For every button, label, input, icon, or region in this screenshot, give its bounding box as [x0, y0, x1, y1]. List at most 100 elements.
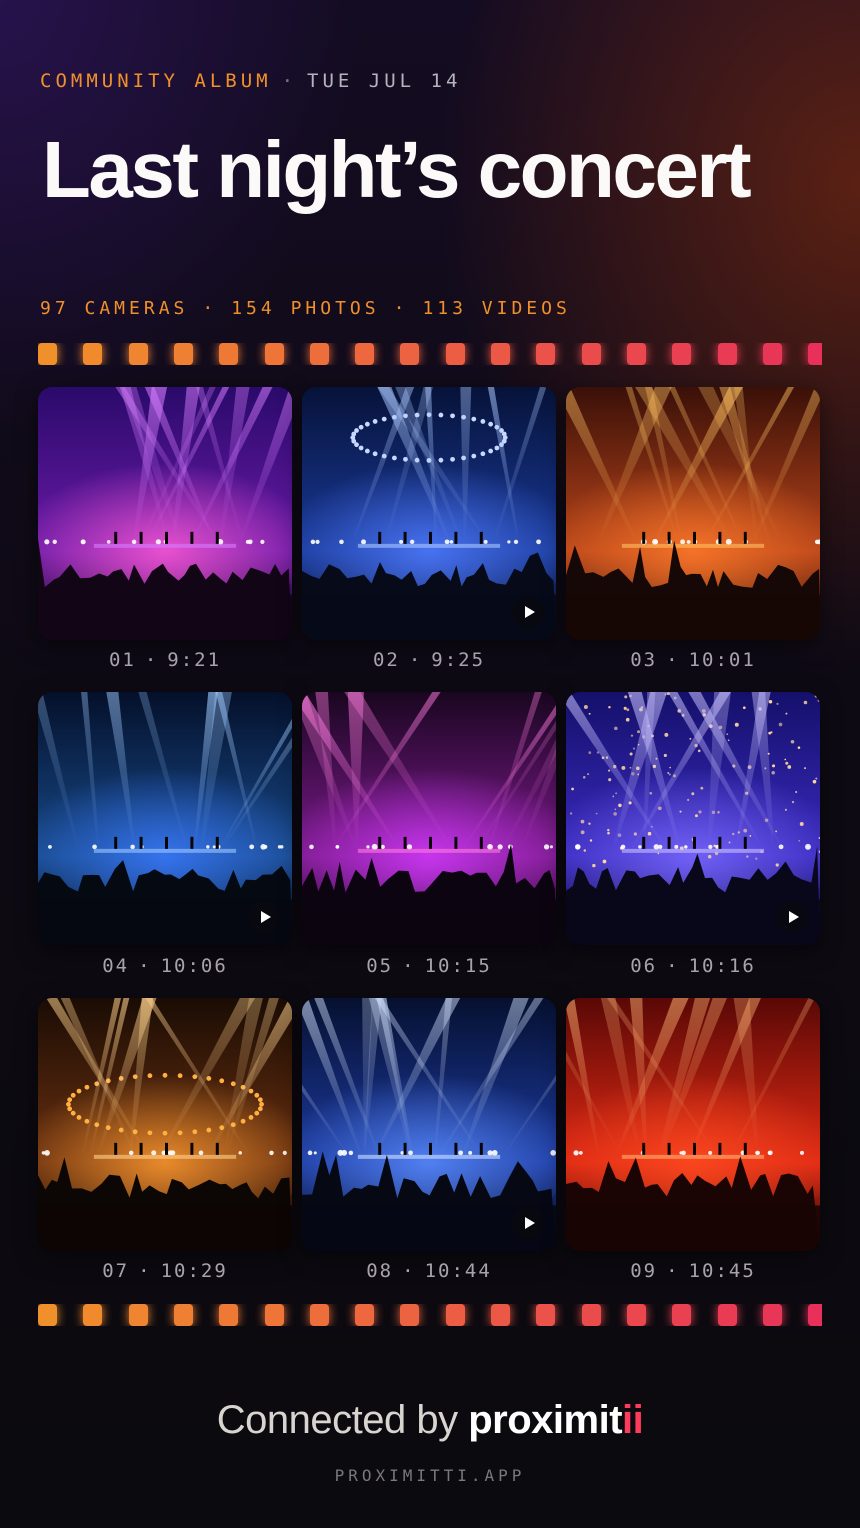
- brand-name: proximit: [468, 1398, 623, 1442]
- media-tile[interactable]: [38, 387, 292, 640]
- perforation-hole: [445, 1304, 465, 1326]
- tile-time: 10:16: [688, 955, 756, 977]
- perforation-hole: [219, 1304, 239, 1326]
- perforation-hole: [581, 343, 601, 365]
- tile-time: 10:01: [688, 649, 756, 671]
- perforation-hole: [491, 343, 510, 365]
- perforation-hole: [672, 343, 692, 365]
- play-icon[interactable]: [776, 901, 808, 933]
- meta-separator: ·: [281, 70, 298, 92]
- perforation-hole: [808, 1304, 822, 1326]
- concert-photo: [566, 998, 820, 1251]
- cameras-count: 97 CAMERAS: [40, 298, 189, 319]
- perforation-hole: [309, 343, 329, 365]
- album-meta: COMMUNITY ALBUM · TUE JUL 14: [40, 70, 461, 92]
- perforation-hole: [808, 343, 822, 365]
- caption-separator: ·: [144, 649, 159, 671]
- tile-number: 02: [372, 649, 400, 671]
- film-perforation-bottom: [38, 1304, 822, 1326]
- album-date: TUE JUL 14: [307, 70, 462, 92]
- media-tile[interactable]: [302, 692, 556, 945]
- media-tile[interactable]: [566, 692, 820, 945]
- tile-time: 10:29: [160, 1260, 228, 1282]
- tile-number: 06: [630, 955, 658, 977]
- tile-caption: 02 · 9:25: [302, 649, 556, 671]
- media-tile[interactable]: [566, 387, 820, 640]
- tile-time: 9:25: [431, 649, 486, 671]
- album-stats: 97 CAMERAS · 154 PHOTOS · 113 VIDEOS: [40, 298, 571, 319]
- perforation-hole: [38, 1304, 57, 1326]
- tile-time: 10:45: [688, 1260, 756, 1282]
- videos-count: 113 VIDEOS: [422, 298, 571, 319]
- perforation-hole: [128, 1304, 148, 1326]
- perforation-hole: [38, 343, 57, 365]
- caption-separator: ·: [138, 1260, 152, 1282]
- tile-caption: 01 · 9:21: [38, 649, 292, 671]
- media-tile[interactable]: [566, 998, 820, 1251]
- tile-caption: 08 · 10:44: [302, 1260, 556, 1282]
- media-tile[interactable]: [302, 387, 556, 640]
- caption-separator: ·: [666, 649, 680, 671]
- perforation-hole: [581, 1304, 601, 1326]
- perforation-hole: [355, 1304, 375, 1326]
- perforation-hole: [762, 1304, 782, 1326]
- perforation-hole: [83, 343, 103, 365]
- tile-number: 03: [630, 649, 658, 671]
- perforation-hole: [173, 1304, 193, 1326]
- play-icon[interactable]: [248, 901, 280, 933]
- perforation-hole: [173, 343, 193, 365]
- tile-time: 10:06: [160, 955, 228, 977]
- brand-accent: ii: [622, 1398, 644, 1442]
- tile-caption: 05 · 10:15: [302, 955, 556, 977]
- brand-logo: proximitii: [468, 1398, 644, 1442]
- perforation-hole: [400, 1304, 420, 1326]
- media-tile[interactable]: [302, 998, 556, 1251]
- tile-number: 09: [630, 1260, 658, 1282]
- tile-time: 10:44: [424, 1260, 492, 1282]
- tile-number: 08: [366, 1260, 394, 1282]
- tile-caption: 09 · 10:45: [566, 1260, 820, 1282]
- tile-number: 04: [102, 955, 130, 977]
- perforation-hole: [264, 343, 284, 365]
- perforation-hole: [626, 1304, 646, 1326]
- perforation-hole: [400, 343, 420, 365]
- media-tile[interactable]: [38, 998, 292, 1251]
- perforation-hole: [717, 1304, 737, 1326]
- tile-caption: 04 · 10:06: [38, 955, 292, 977]
- play-icon[interactable]: [512, 596, 544, 628]
- caption-separator: ·: [402, 1260, 416, 1282]
- caption-separator: ·: [402, 955, 416, 977]
- tile-caption: 07 · 10:29: [38, 1260, 292, 1282]
- concert-photo: [38, 387, 292, 640]
- media-tile[interactable]: [38, 692, 292, 945]
- photos-count: 154 PHOTOS: [231, 298, 380, 319]
- caption-separator: ·: [666, 955, 680, 977]
- tile-number: 05: [366, 955, 394, 977]
- perforation-hole: [445, 343, 465, 365]
- tile-number: 07: [102, 1260, 130, 1282]
- tile-time: 10:15: [424, 955, 492, 977]
- stats-separator: ·: [202, 298, 218, 319]
- caption-separator: ·: [138, 955, 152, 977]
- perforation-hole: [672, 1304, 692, 1326]
- perforation-hole: [536, 1304, 556, 1326]
- page-title: Last night’s concert: [42, 125, 752, 214]
- footer-connected: Connected by proximitii: [0, 1398, 860, 1443]
- perforation-hole: [264, 1304, 284, 1326]
- footer-url[interactable]: PROXIMITTI.APP: [0, 1466, 860, 1485]
- perforation-hole: [626, 343, 646, 365]
- concert-photo: [566, 387, 820, 640]
- perforation-hole: [536, 343, 556, 365]
- perforation-hole: [762, 343, 782, 365]
- perforation-hole: [717, 343, 737, 365]
- album-label: COMMUNITY ALBUM: [40, 70, 272, 92]
- connected-text: Connected by: [216, 1398, 458, 1442]
- stats-separator: ·: [393, 298, 409, 319]
- perforation-hole: [83, 1304, 103, 1326]
- perforation-hole: [219, 343, 239, 365]
- play-icon[interactable]: [512, 1207, 544, 1239]
- tile-caption: 06 · 10:16: [566, 955, 820, 977]
- perforation-hole: [355, 343, 375, 365]
- perforation-hole: [128, 343, 148, 365]
- tile-time: 9:21: [167, 649, 222, 671]
